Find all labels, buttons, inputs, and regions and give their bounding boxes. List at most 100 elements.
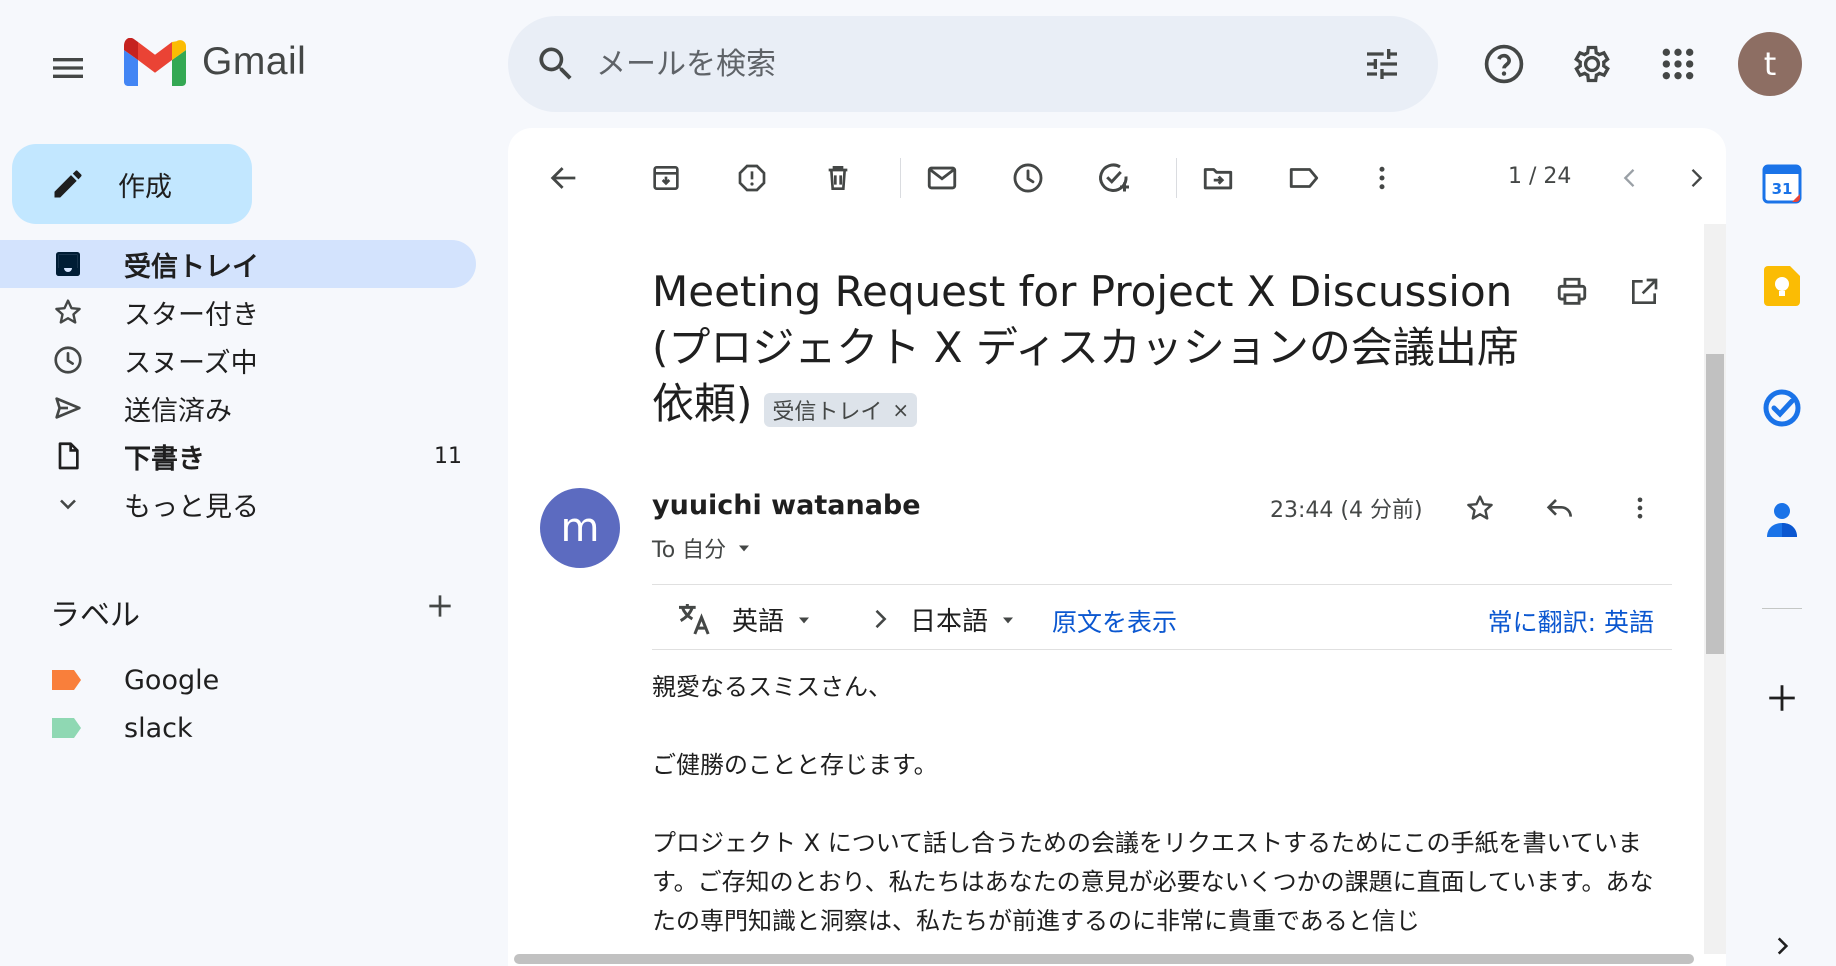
print-button[interactable] — [1548, 268, 1596, 316]
archive-button[interactable] — [642, 154, 690, 202]
chevron-left-icon — [1623, 169, 1635, 187]
reply-button[interactable] — [1536, 484, 1584, 532]
sidebar-item-more[interactable]: もっと見る — [0, 480, 476, 528]
translate-button[interactable] — [672, 597, 716, 641]
search-button[interactable] — [530, 38, 582, 90]
gmail-logo[interactable]: Gmail — [124, 38, 306, 86]
drafts-count: 11 — [434, 443, 462, 469]
caret-down-icon — [799, 617, 810, 623]
star-icon — [55, 299, 81, 324]
body-paragraph: ご健勝のことと存じます。 — [652, 751, 938, 779]
archive-icon — [653, 166, 679, 190]
settings-button[interactable] — [1566, 38, 1618, 90]
chevron-right-icon — [875, 609, 887, 629]
sidebar-item-label: 下書き — [124, 443, 205, 475]
main-menu-button[interactable] — [44, 44, 92, 92]
keep-icon — [1764, 266, 1800, 306]
translate-direction — [862, 601, 898, 637]
trash-icon — [828, 166, 848, 190]
body-paragraph: プロジェクト X について話し合うための会議をリクエストするためにこの手紙を書い… — [652, 829, 1654, 935]
account-avatar[interactable]: t — [1738, 32, 1802, 96]
support-button[interactable] — [1478, 38, 1530, 90]
contacts-icon — [1767, 503, 1797, 537]
target-language-select[interactable]: 日本語 — [910, 601, 1018, 638]
compose-button[interactable]: 作成 — [12, 144, 252, 224]
plus-icon — [1769, 685, 1795, 711]
report-spam-button[interactable] — [728, 154, 776, 202]
translate-bar: 英語 日本語 原文を表示 常に翻訳: 英語 — [652, 584, 1672, 650]
sidebar-item-snoozed[interactable]: スヌーズ中 — [0, 336, 476, 384]
mark-unread-button[interactable] — [918, 154, 966, 202]
keep-app-button[interactable] — [1758, 262, 1806, 310]
gear-icon — [1574, 45, 1610, 83]
label-name: slack — [124, 712, 193, 744]
back-button[interactable] — [540, 154, 588, 202]
task-add-icon — [1099, 163, 1129, 192]
show-original-link[interactable]: 原文を表示 — [1052, 603, 1177, 639]
always-translate-link[interactable]: 常に翻訳: 英語 — [1488, 603, 1654, 639]
arrow-left-icon — [550, 167, 576, 189]
vertical-scrollbar[interactable] — [1704, 224, 1726, 954]
email-body: 親愛なるスミスさん、 ご健勝のことと存じます。 プロジェクト X について話し合… — [652, 668, 1672, 966]
email-subject-block: Meeting Request for Project X Discussion… — [652, 264, 1552, 432]
sidebar-item-drafts[interactable]: 下書き 11 — [0, 432, 476, 480]
gmail-wordmark: Gmail — [202, 40, 307, 83]
search-bar[interactable] — [508, 16, 1438, 112]
sender-avatar[interactable]: m — [540, 488, 620, 568]
label-item-google[interactable]: Google — [50, 658, 219, 702]
recipient-details[interactable]: To 自分 — [652, 532, 754, 564]
show-side-panel-button[interactable] — [1758, 926, 1806, 966]
message-more-button[interactable] — [1616, 484, 1664, 532]
source-language-select[interactable]: 英語 — [732, 601, 814, 638]
contacts-app-button[interactable] — [1758, 496, 1806, 544]
apps-grid-icon — [1662, 48, 1694, 80]
more-options-button[interactable] — [1358, 154, 1406, 202]
printer-icon — [1557, 277, 1587, 305]
vertical-scroll-thumb[interactable] — [1706, 354, 1724, 654]
sidebar-item-inbox[interactable]: 受信トレイ — [0, 240, 476, 288]
create-label-button[interactable] — [420, 586, 460, 626]
sidebar-item-sent[interactable]: 送信済み — [0, 384, 476, 432]
hamburger-icon — [53, 58, 83, 78]
search-input[interactable] — [596, 40, 1316, 88]
labels-heading: ラベル — [50, 598, 140, 633]
label-tag-icon — [52, 718, 81, 738]
get-addons-button[interactable] — [1758, 674, 1806, 722]
sidebar-item-label: スヌーズ中 — [124, 347, 258, 379]
message-view: 1 / 24 Meeting Request for Project X Dis… — [508, 128, 1726, 966]
help-icon — [1484, 44, 1524, 84]
more-vert-icon — [1379, 166, 1385, 190]
toolbar-divider — [1176, 158, 1177, 198]
star-button[interactable] — [1456, 484, 1504, 532]
tasks-app-button[interactable] — [1758, 384, 1806, 432]
label-chip-text: 受信トレイ — [772, 399, 883, 425]
star-icon — [1467, 495, 1493, 520]
older-button[interactable] — [1672, 154, 1720, 202]
sender-name[interactable]: yuuichi watanabe — [652, 490, 921, 521]
open-new-window-button[interactable] — [1620, 268, 1668, 316]
google-apps-button[interactable] — [1652, 38, 1704, 90]
search-options-button[interactable] — [1358, 40, 1406, 88]
horizontal-scroll-thumb[interactable] — [514, 954, 1694, 964]
sidebar-item-starred[interactable]: スター付き — [0, 288, 476, 336]
delete-button[interactable] — [814, 154, 862, 202]
remove-label-button[interactable]: × — [892, 398, 909, 422]
target-language: 日本語 — [910, 607, 989, 637]
calendar-app-button[interactable]: 31 — [1758, 160, 1806, 208]
move-to-button[interactable] — [1194, 154, 1242, 202]
labels-button[interactable] — [1280, 154, 1328, 202]
draft-icon — [58, 442, 79, 470]
label-tag-icon — [52, 670, 81, 690]
horizontal-scrollbar[interactable] — [508, 948, 1726, 966]
search-icon — [539, 47, 572, 80]
add-to-tasks-button[interactable] — [1090, 154, 1138, 202]
sidebar-item-label: スター付き — [124, 299, 259, 331]
compose-label: 作成 — [118, 171, 172, 203]
label-item-slack[interactable]: slack — [50, 706, 193, 750]
tasks-icon — [1763, 389, 1801, 427]
spam-icon — [738, 164, 766, 192]
gmail-m-icon — [124, 38, 186, 86]
newer-button[interactable] — [1606, 154, 1654, 202]
snooze-button[interactable] — [1004, 154, 1052, 202]
pagination-count: 1 / 24 — [1508, 164, 1572, 189]
